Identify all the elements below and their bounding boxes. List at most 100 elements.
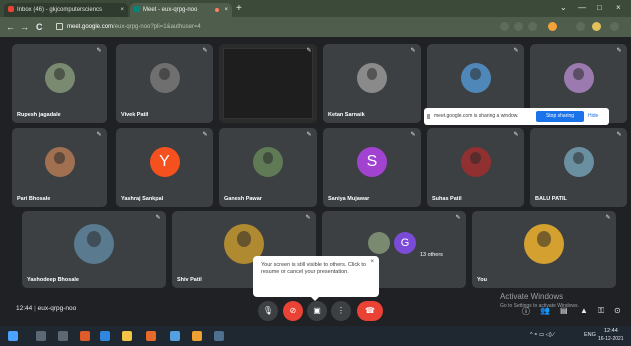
participant-tile[interactable]: Suhas Patil ✎ [427,128,524,207]
avatar [149,62,180,93]
leave-call-button[interactable]: ☎ [357,301,383,321]
share-icon[interactable] [514,22,523,31]
info-icon[interactable]: ⓘ [522,306,530,317]
hide-button[interactable]: Hide [588,108,598,125]
search-icon[interactable] [36,331,46,341]
url-path: /eux-qrpg-noo?pli=1&authuser=4 [113,24,201,30]
activities-icon[interactable]: ▲ [580,306,588,315]
close-window-button[interactable]: × [616,2,621,14]
participant-tile[interactable]: Yashodeep Bhosale ✎ [22,211,166,288]
participant-name: Ketan Sarnaik [328,112,365,118]
chrome-taskbar-icon[interactable] [80,331,90,341]
camera-off-button[interactable]: ⊘ [283,301,303,321]
tab-search-icon[interactable]: ⌄ [560,2,567,14]
participant-name: 13 others [420,251,443,258]
bookmark-star-icon[interactable] [528,22,537,31]
tab-meet[interactable]: Meet - eux-qrpg-noo × [130,3,232,17]
pin-icon[interactable]: ✎ [616,132,622,138]
profile-avatar[interactable] [592,22,601,31]
pin-icon[interactable]: ✎ [202,48,208,54]
participant-tile[interactable]: ✎ [219,44,317,123]
pin-icon[interactable]: ✎ [455,215,461,221]
extensions-puzzle-icon[interactable] [576,22,585,31]
pin-icon[interactable]: ✎ [96,132,102,138]
app-icon[interactable] [146,331,156,341]
reload-button[interactable]: C [36,21,43,33]
tray-icons[interactable]: ^ ◓ ▭ ◁) ∕ [530,332,554,338]
pin-icon[interactable]: ✎ [306,132,312,138]
people-icon[interactable]: 👥 [540,306,550,315]
file-explorer-icon[interactable] [122,331,132,341]
tab-close-icon[interactable]: × [224,3,228,17]
pin-icon[interactable]: ✎ [305,215,311,221]
host-controls-icon[interactable]: ⚿ [598,306,604,316]
windows-start-icon[interactable] [8,331,18,341]
pin-icon[interactable]: ✎ [155,215,161,221]
forward-button[interactable]: → [20,21,29,33]
participant-tile[interactable]: Vivek Patil ✎ [116,44,213,123]
meeting-time: 12:44 [16,305,33,312]
avatar-head [366,67,378,80]
back-button[interactable]: ← [6,21,15,33]
chat-icon[interactable]: ▤ [560,306,568,315]
edge-taskbar-icon[interactable] [100,331,110,341]
avatar-head [86,230,102,247]
avatar [524,223,564,264]
avatar [44,146,75,177]
pin-icon[interactable]: ✎ [96,48,102,54]
menu-icon[interactable] [610,22,619,31]
participant-name: BALU PATIL [535,196,567,202]
tab-close-icon[interactable]: × [120,3,124,17]
minimize-button[interactable]: — [578,2,586,14]
camera-status-icon[interactable] [500,22,509,31]
participant-name: Pari Bhosale [17,196,51,202]
participant-tile[interactable]: S Saniya Mujawar ✎ [323,128,421,207]
extension-icon[interactable] [548,22,557,31]
pin-icon[interactable]: ✎ [202,132,208,138]
lock-meeting-icon[interactable]: ⊙ [614,306,621,315]
pin-icon[interactable]: ✎ [605,215,611,221]
clock-date[interactable]: 16-12-2021 [598,336,624,342]
avatar-head [470,151,481,164]
pin-icon[interactable]: ✎ [410,132,416,138]
pin-icon[interactable]: ✎ [513,48,519,54]
close-icon[interactable]: × [370,259,374,266]
store-icon[interactable] [170,331,180,341]
avatar-head [54,151,65,164]
avatar-head [470,67,481,80]
avatar-head [573,67,584,80]
pin-icon[interactable]: ✎ [616,48,622,54]
url-input[interactable]: meet.google.com/eux-qrpg-noo?pli=1&authu… [56,20,456,34]
pin-icon[interactable]: ✎ [513,132,519,138]
avatar-head [536,230,552,247]
drag-handle-icon[interactable] [427,114,430,119]
participant-tile[interactable]: Rupesh jagadale ✎ [12,44,107,123]
meet-icon [134,6,140,13]
participant-tile[interactable]: BALU PATIL ✎ [530,128,627,207]
participant-tile[interactable]: Y Yashraj Sankpal ✎ [116,128,213,207]
participant-name: Rupesh jagadale [17,112,61,118]
mic-button[interactable]: 🎙 [258,301,278,321]
meeting-details[interactable]: 12:44 | eux-qrpg-noo [16,305,76,312]
present-button[interactable]: ▣ [307,301,327,321]
avatar-letter: G [394,231,416,254]
language-indicator[interactable]: ENG [584,332,596,338]
clock-time[interactable]: 12:44 [604,328,618,334]
pin-icon[interactable]: ✎ [306,48,312,54]
tab-gmail[interactable]: Inbox (46) - gkjcomputersciencs × [4,3,128,17]
participant-tile[interactable]: Pari Bhosale ✎ [12,128,107,207]
avatar [368,231,390,254]
more-options-button[interactable]: ⋮ [331,301,351,321]
participant-tile[interactable]: Ganesh Pawar ✎ [219,128,317,207]
maximize-button[interactable]: □ [597,2,602,14]
stop-sharing-button[interactable]: Stop sharing [536,111,584,122]
avatar-head [573,151,584,164]
participant-tile[interactable]: You ✎ [472,211,616,288]
recording-dot-icon [215,8,219,12]
pin-icon[interactable]: ✎ [410,48,416,54]
new-tab-button[interactable]: + [236,2,242,16]
settings-icon[interactable] [214,331,224,341]
task-view-icon[interactable] [58,331,68,341]
paint-icon[interactable] [192,331,202,341]
participant-tile[interactable]: Ketan Sarnaik ✎ [323,44,421,123]
